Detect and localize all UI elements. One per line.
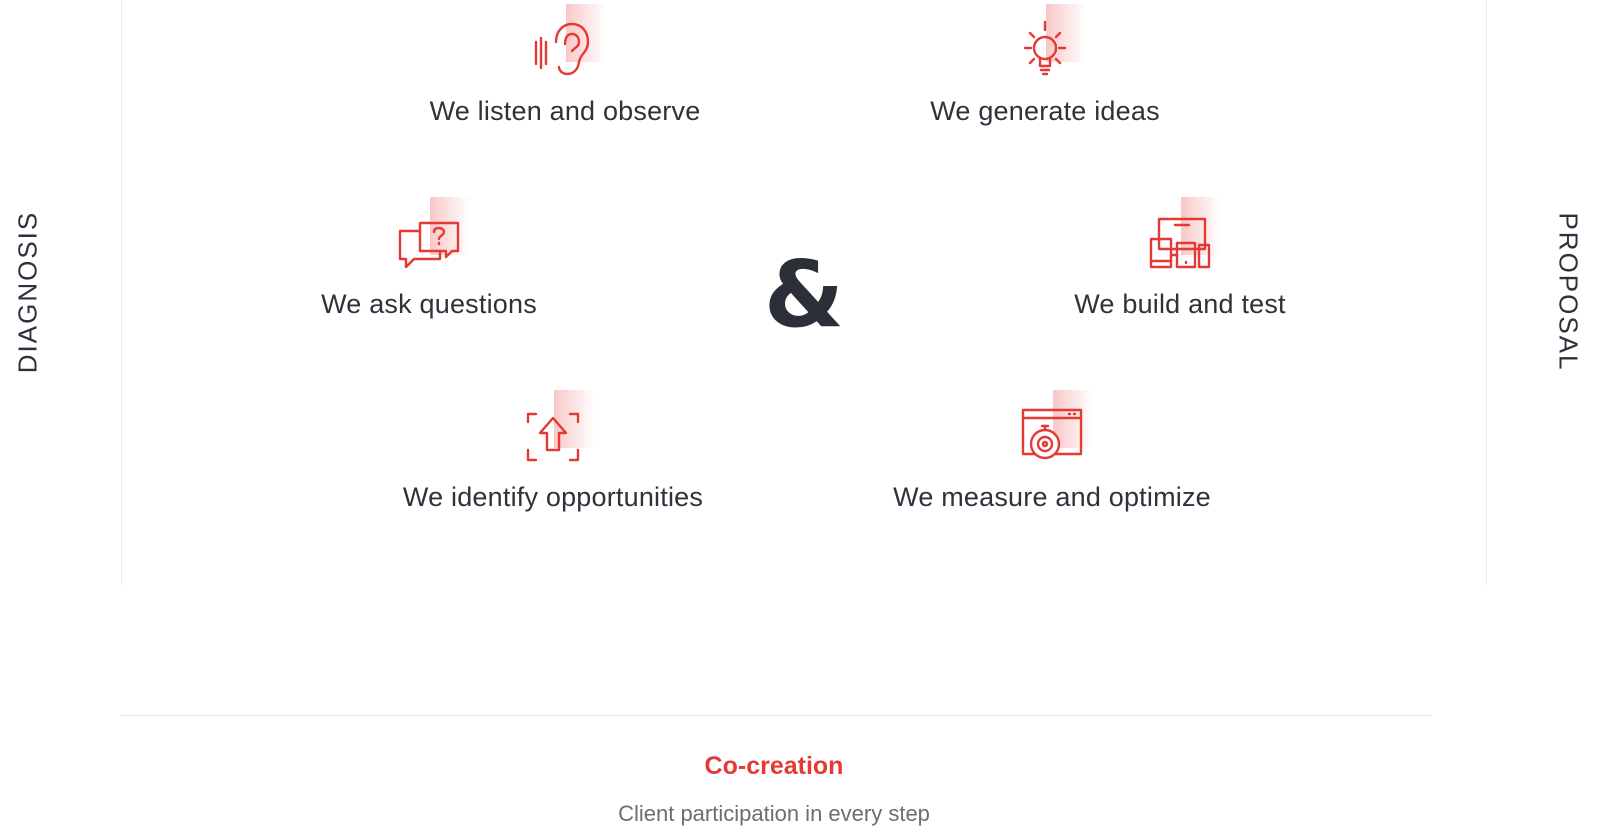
browser-dial-icon bbox=[1021, 408, 1083, 460]
question-chat-icon bbox=[398, 221, 460, 269]
step-measure-optimize: We measure and optimize bbox=[842, 390, 1262, 513]
panel-left-border bbox=[121, 0, 122, 585]
co-creation-subtitle: Client participation in every step bbox=[618, 801, 930, 826]
step-label: We generate ideas bbox=[930, 96, 1160, 126]
step-build-test: We build and test bbox=[970, 197, 1390, 320]
step-label: We ask questions bbox=[321, 289, 537, 319]
step-label: We identify opportunities bbox=[402, 482, 704, 512]
step-label: We build and test bbox=[1074, 289, 1286, 319]
step-identify-opportunities: We identify opportunities bbox=[343, 390, 763, 513]
step-listen-observe: We listen and observe bbox=[355, 4, 775, 127]
proposal-label: PROPOSAL bbox=[1553, 212, 1584, 372]
step-generate-ideas: We generate ideas bbox=[835, 4, 1255, 127]
footer-divider bbox=[120, 715, 1432, 716]
devices-icon bbox=[1149, 217, 1211, 269]
diagnosis-label: DIAGNOSIS bbox=[12, 210, 43, 374]
focus-arrow-up-icon bbox=[526, 412, 580, 462]
step-ask-questions: We ask questions bbox=[219, 197, 639, 320]
ear-listening-icon bbox=[534, 22, 590, 76]
step-label: We measure and optimize bbox=[893, 482, 1211, 512]
co-creation-title: Co-creation bbox=[704, 752, 844, 780]
ampersand-symbol: & bbox=[763, 241, 845, 348]
panel-right-border bbox=[1486, 0, 1487, 585]
lightbulb-icon bbox=[1023, 20, 1067, 76]
step-label: We listen and observe bbox=[429, 96, 701, 126]
